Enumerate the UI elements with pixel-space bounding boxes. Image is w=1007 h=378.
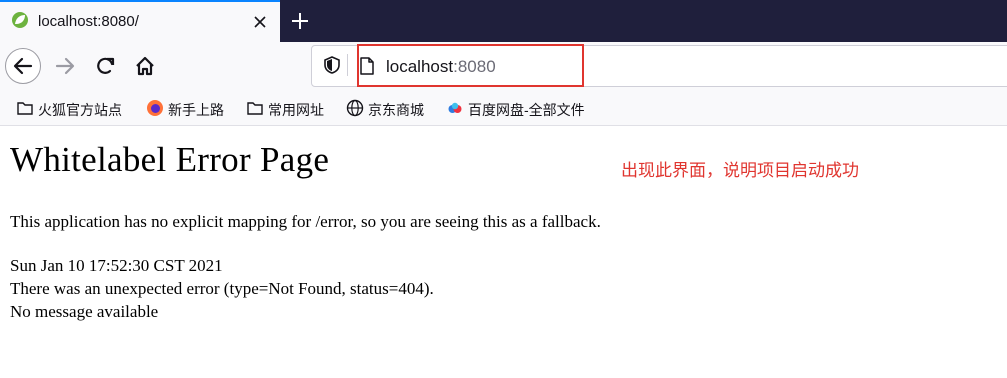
error-timestamp: Sun Jan 10 17:52:30 CST 2021 bbox=[10, 256, 223, 275]
home-icon bbox=[136, 56, 154, 76]
back-button[interactable] bbox=[5, 48, 41, 84]
folder-icon bbox=[17, 102, 33, 115]
bookmark-label: 火狐官方站点 bbox=[38, 102, 122, 118]
tab-strip: localhost:8080/ bbox=[0, 0, 1007, 42]
annotation-text: 出现此界面，说明项目启动成功 bbox=[621, 161, 859, 180]
spring-leaf-icon bbox=[12, 12, 28, 28]
bookmark-label: 新手上路 bbox=[168, 102, 224, 118]
bookmark-label: 常用网址 bbox=[268, 102, 324, 118]
tab-title: localhost:8080/ bbox=[38, 13, 139, 30]
cloud-icon bbox=[448, 102, 462, 113]
page-title: Whitelabel Error Page bbox=[10, 140, 330, 179]
reload-button[interactable] bbox=[88, 48, 124, 84]
firefox-icon bbox=[147, 100, 163, 116]
arrow-left-icon bbox=[13, 57, 33, 75]
globe-icon bbox=[346, 99, 364, 117]
folder-icon bbox=[247, 102, 263, 115]
new-tab-icon[interactable] bbox=[288, 9, 312, 33]
url-highlight-annotation bbox=[357, 44, 584, 87]
error-status-line: There was an unexpected error (type=Not … bbox=[10, 279, 434, 298]
error-detail: No message available bbox=[10, 302, 159, 321]
home-button[interactable] bbox=[127, 48, 163, 84]
browser-tab[interactable]: localhost:8080/ bbox=[0, 0, 280, 42]
arrow-right-icon bbox=[55, 57, 75, 75]
bookmark-label: 京东商城 bbox=[368, 102, 424, 118]
error-message: This application has no explicit mapping… bbox=[10, 212, 601, 231]
url-separator bbox=[347, 54, 348, 76]
close-icon[interactable] bbox=[250, 12, 270, 32]
shield-icon[interactable] bbox=[322, 55, 342, 75]
bookmark-label: 百度网盘-全部文件 bbox=[468, 102, 585, 118]
reload-icon bbox=[97, 57, 115, 74]
forward-button[interactable] bbox=[48, 48, 84, 84]
